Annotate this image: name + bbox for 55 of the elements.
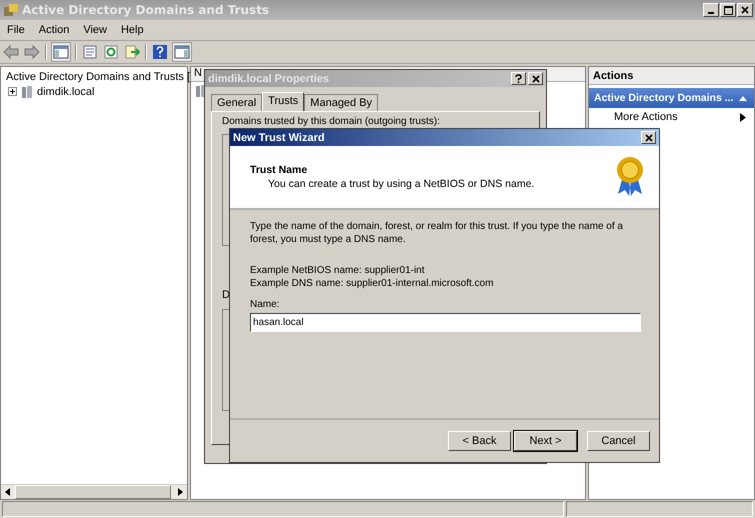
field-label: Name:: [250, 299, 280, 310]
column-header[interactable]: N: [191, 67, 202, 79]
close-button[interactable]: [641, 131, 656, 144]
wizard-button[interactable]: Cancel: [587, 431, 650, 451]
domain-icon: [20, 84, 34, 98]
group-label: D: [222, 289, 230, 301]
maximize-button[interactable]: [720, 3, 736, 17]
close-button[interactable]: [528, 72, 543, 85]
tree-item[interactable]: dimdik.local: [37, 86, 94, 98]
menu-item[interactable]: Help: [120, 24, 144, 36]
submenu-arrow-icon: [740, 112, 746, 122]
menu-item[interactable]: Action: [38, 24, 70, 36]
help-button[interactable]: [511, 72, 526, 85]
tab[interactable]: Trusts: [262, 92, 304, 111]
collapse-icon[interactable]: [738, 94, 748, 102]
menu-item[interactable]: View: [83, 24, 107, 36]
forward-arrow-icon[interactable]: [24, 45, 40, 59]
section-title: Active Directory Domains ...: [594, 92, 734, 104]
expand-toggle[interactable]: [8, 87, 17, 96]
close-button[interactable]: [737, 3, 753, 17]
export-icon[interactable]: [124, 44, 140, 60]
tab[interactable]: General: [211, 94, 262, 111]
window-title: Active Directory Domains and Trusts: [22, 3, 270, 17]
maximize-icon: [724, 6, 732, 14]
action-pane-icon[interactable]: [173, 43, 191, 61]
dialog-title: dimdik.local Properties: [208, 72, 330, 84]
close-icon: [532, 74, 540, 82]
menu-item[interactable]: File: [7, 24, 25, 36]
wizard-button[interactable]: Next >: [514, 431, 577, 451]
console-tree-icon[interactable]: [52, 43, 70, 61]
tab[interactable]: Managed By: [304, 94, 378, 111]
help-icon[interactable]: [152, 44, 168, 60]
group-label: Domains trusted by this domain (outgoing trusts):: [222, 116, 440, 127]
example-text: Example NetBIOS name: supplier01-int: [250, 264, 426, 277]
name-field[interactable]: hasan.local: [250, 313, 641, 332]
description-text: Type the name of the domain, forest, or realm for this trust. If you type the name of a forest, you must type a DNS name.: [250, 220, 624, 246]
award-ribbon-icon: [615, 156, 645, 198]
example-text: Example DNS name: supplier01-internal.microsoft.com: [250, 277, 494, 290]
action-item[interactable]: More Actions: [614, 111, 678, 123]
tree-item[interactable]: Active Directory Domains and Trusts [: [6, 70, 190, 82]
pane-header: Actions: [589, 67, 754, 85]
section-header[interactable]: Active Directory Domains ...: [589, 88, 754, 108]
wizard-step-title: Trust Name: [250, 164, 308, 176]
refresh-icon[interactable]: [103, 44, 119, 60]
back-arrow-icon[interactable]: [3, 45, 19, 59]
dialog-title: New Trust Wizard: [233, 132, 325, 144]
wizard-button[interactable]: < Back: [448, 431, 511, 451]
wizard-step-subtitle: You can create a trust by using a NetBIOS or DNS name.: [267, 178, 534, 190]
close-icon: [644, 134, 652, 142]
domains-icon: [3, 3, 19, 17]
minimize-button[interactable]: [703, 3, 719, 17]
close-icon: [741, 6, 749, 14]
help-icon: [515, 74, 522, 83]
properties-icon[interactable]: [82, 44, 98, 60]
horizontal-scrollbar[interactable]: [1, 484, 187, 499]
